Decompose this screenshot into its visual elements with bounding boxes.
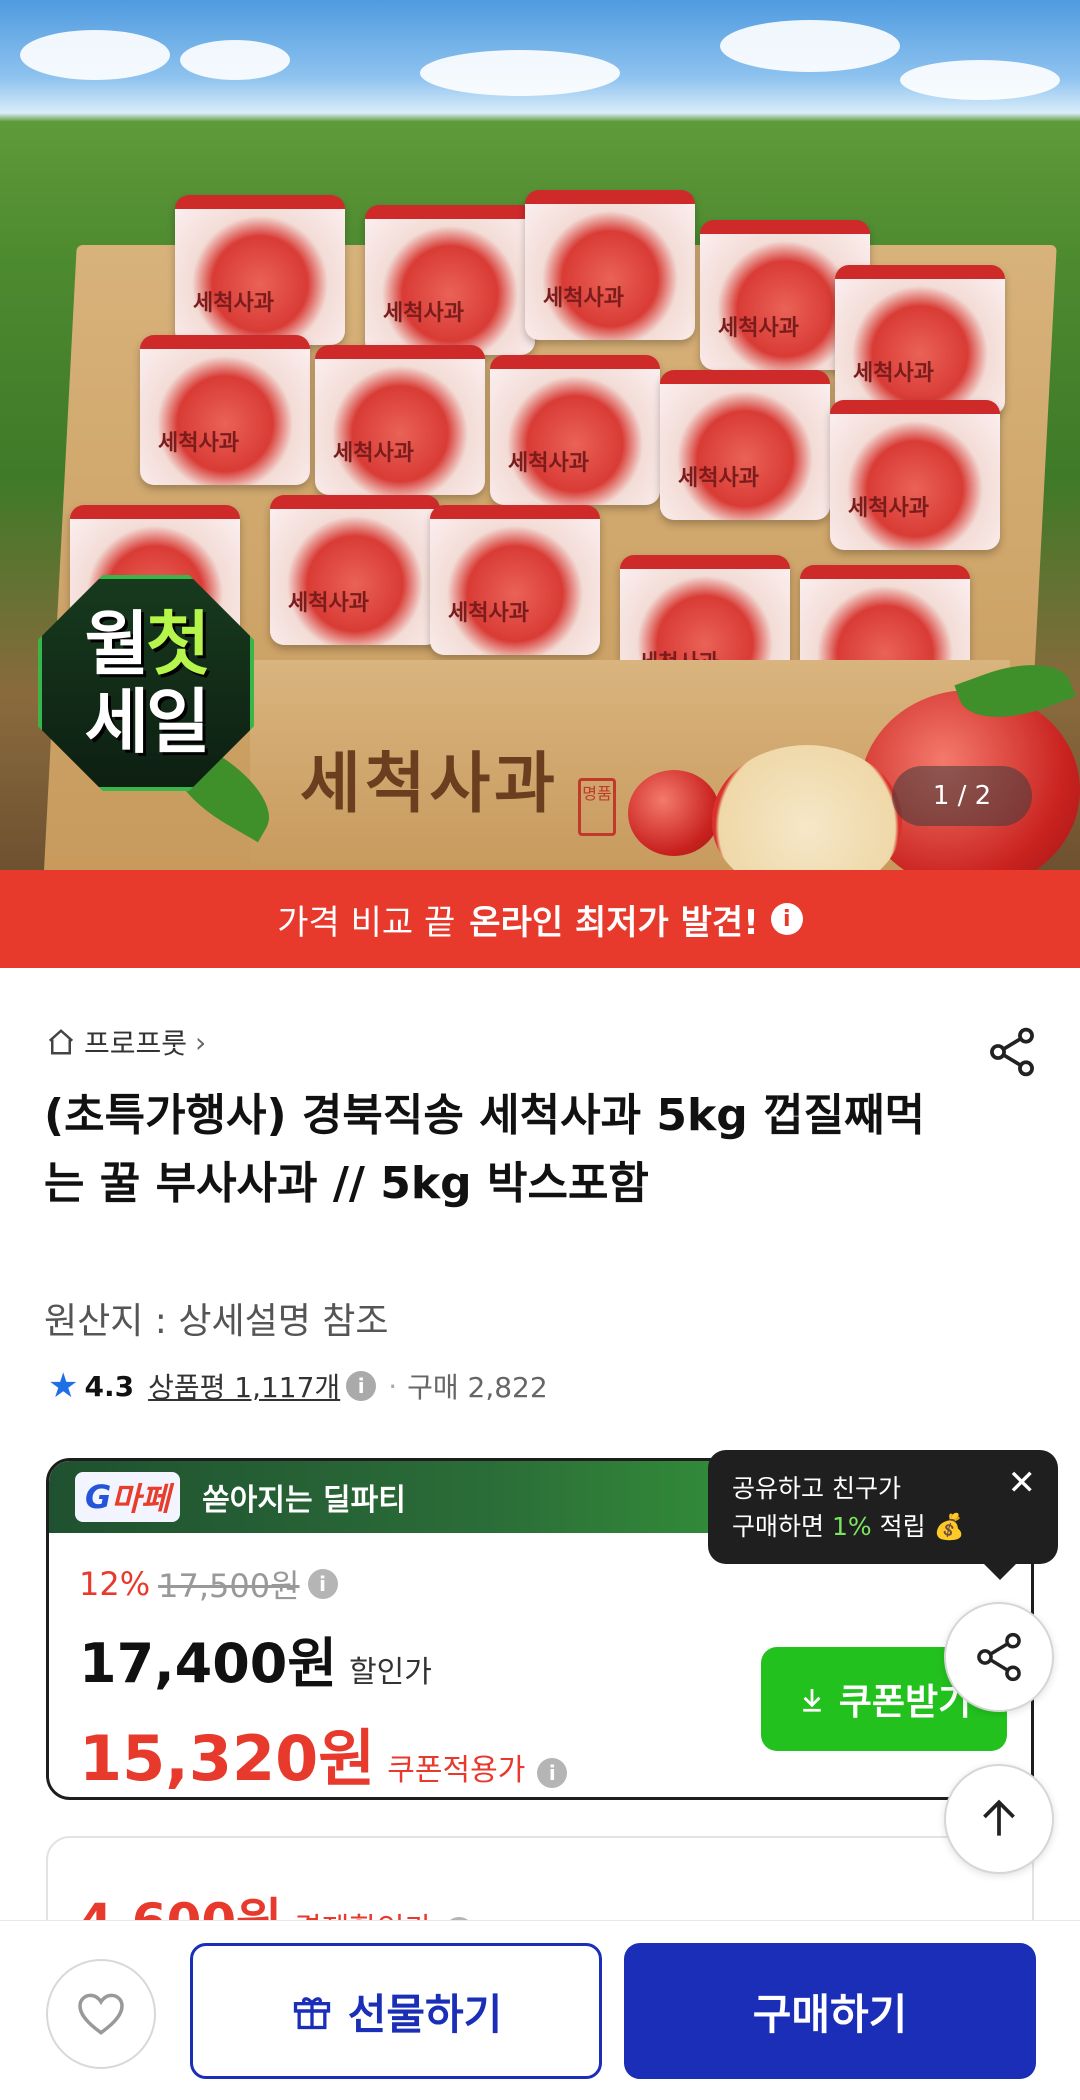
discount-percent: 12% — [79, 1565, 151, 1603]
apple-pack — [835, 265, 1005, 415]
gift-icon — [293, 1997, 330, 2030]
chevron-right-icon: › — [195, 1025, 207, 1059]
share-icon — [977, 1632, 1021, 1682]
tooltip-percent: 1% — [831, 1512, 872, 1541]
sale-price: 17,400원 — [79, 1632, 338, 1695]
home-icon — [48, 1029, 74, 1055]
tooltip-line-1: 공유하고 친구가 — [732, 1474, 901, 1503]
info-icon[interactable]: i — [346, 1371, 377, 1401]
sale-label: 할인가 — [349, 1655, 432, 1690]
cloud — [20, 30, 170, 80]
badge-char-1: 월 — [84, 603, 149, 685]
tooltip-text: 적립 — [879, 1512, 926, 1541]
rating-row: ★ 4.3 상품평 1,117개 i · 구매 2,822 — [48, 1366, 548, 1406]
apple-pack — [365, 205, 535, 355]
money-bag-icon: 💰 — [933, 1512, 965, 1541]
tooltip-line-2: 구매하면 1% 적립 💰 — [732, 1508, 1034, 1546]
apple-pack — [830, 400, 1000, 550]
close-icon[interactable]: ✕ — [1008, 1464, 1037, 1502]
separator-dot: · — [388, 1369, 398, 1403]
purchase-count: 구매 2,822 — [407, 1371, 548, 1404]
badge-char-2: 첫 — [146, 603, 210, 685]
apple-pack — [660, 370, 830, 520]
share-reward-tooltip: 공유하고 친구가 구매하면 1% 적립 💰 ✕ — [708, 1450, 1058, 1580]
coupon-label: 쿠폰적용가 — [387, 1753, 526, 1788]
monthly-first-sale-badge: 월첫 세일 — [38, 575, 254, 791]
info-icon[interactable]: i — [307, 1569, 338, 1599]
cloud — [180, 40, 290, 80]
banner-highlight: 온라인 최저가 발견! — [469, 902, 759, 943]
seller-name: 프로프룻 — [84, 1027, 188, 1060]
scroll-to-top-button[interactable] — [944, 1764, 1054, 1874]
heart-icon — [78, 1993, 124, 2035]
apple-illustration — [628, 770, 720, 856]
original-price: 17,500원 — [158, 1567, 300, 1605]
apple-pack — [270, 495, 440, 645]
info-icon[interactable]: i — [770, 903, 803, 935]
discount-row: 12% 17,500원 i — [79, 1561, 1001, 1607]
reviews-link[interactable]: 상품평 1,117개 — [148, 1366, 340, 1406]
apple-pack — [175, 195, 345, 345]
tooltip-text: 구매하면 — [732, 1512, 825, 1541]
apple-pack — [430, 505, 600, 655]
origin-info: 원산지 : 상세설명 참조 — [44, 1301, 389, 1342]
box-stamp: 명품 — [578, 778, 616, 836]
coupon-price: 15,320원 — [79, 1722, 376, 1795]
buy-button[interactable]: 구매하기 — [624, 1943, 1036, 2079]
apple-pack — [525, 190, 695, 340]
apple-pack — [140, 335, 310, 485]
apple-pack — [315, 345, 485, 495]
lowest-price-banner[interactable]: 가격 비교 끝 온라인 최저가 발견! i — [0, 870, 1080, 968]
gift-button-label: 선물하기 — [347, 1989, 503, 2039]
logo-letter: G — [85, 1478, 112, 1516]
rating-score: 4.3 — [84, 1369, 135, 1403]
share-icon[interactable] — [984, 1024, 1040, 1080]
gift-button[interactable]: 선물하기 — [190, 1943, 602, 2079]
product-title: (초특가행사) 경북직송 세척사과 5kg 껍질째먹는 꿀 부사사과 // 5k… — [44, 1090, 926, 1209]
apple-pack — [490, 355, 660, 505]
logo-text: 마페 — [111, 1480, 171, 1518]
banner-prefix: 가격 비교 끝 — [277, 902, 456, 943]
cloud — [420, 50, 620, 96]
floating-share-button[interactable] — [944, 1602, 1054, 1712]
product-hero-image[interactable]: 세척사과 명품 월첫 세일 1 / 2 — [0, 0, 1080, 870]
star-icon: ★ — [48, 1366, 79, 1406]
bottom-action-bar: 선물하기 구매하기 — [0, 1920, 1080, 2100]
box-label: 세척사과 — [300, 744, 559, 822]
deal-title: 쏟아지는 딜파티 — [202, 1483, 406, 1518]
cloud — [720, 20, 900, 72]
arrow-up-icon — [983, 1799, 1015, 1836]
badge-line-2: 세일 — [84, 681, 211, 763]
seller-link[interactable]: 프로프룻 › — [46, 1022, 206, 1062]
cloud — [900, 60, 1060, 100]
wishlist-button[interactable] — [46, 1959, 156, 2069]
gmarket-logo: G 마페 — [75, 1472, 181, 1522]
image-counter: 1 / 2 — [892, 766, 1032, 826]
deal-body: 12% 17,500원 i 17,400원 할인가 15,320원 쿠폰적용가 … — [49, 1533, 1031, 1797]
info-icon[interactable]: i — [537, 1758, 568, 1788]
download-icon — [803, 1689, 821, 1712]
